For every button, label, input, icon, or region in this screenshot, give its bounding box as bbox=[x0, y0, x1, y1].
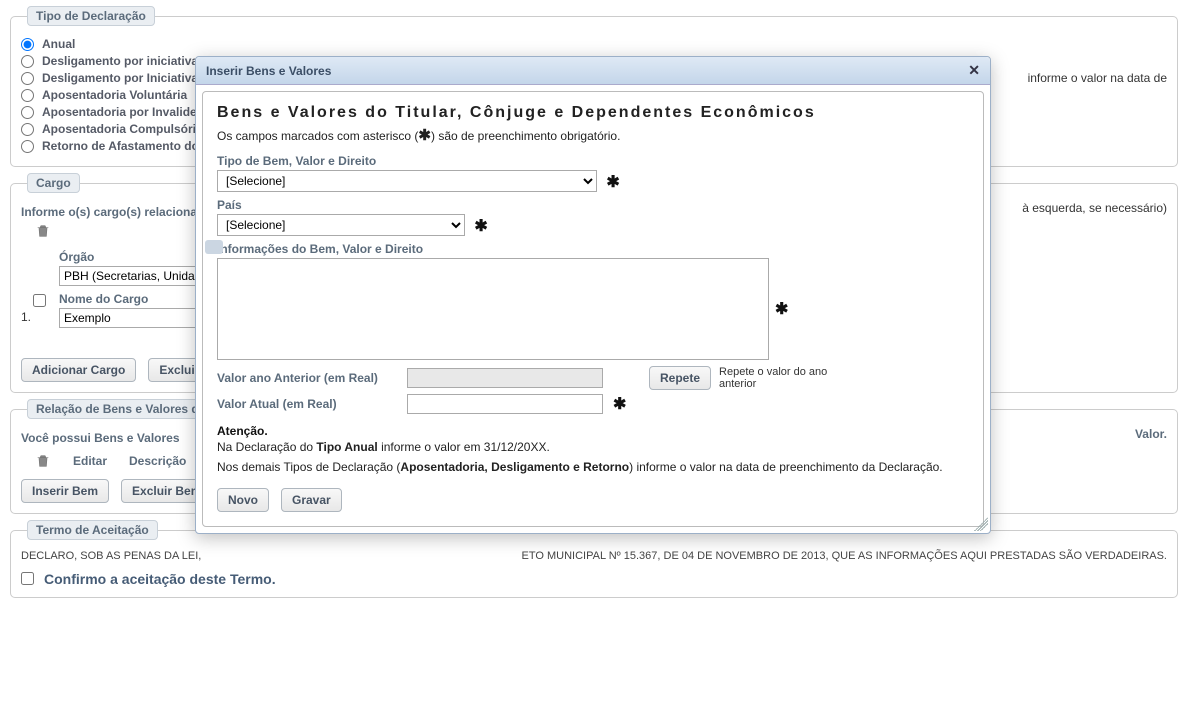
trash-icon[interactable] bbox=[35, 453, 51, 469]
orgao-label: Órgão bbox=[59, 250, 209, 264]
valor-atual-input[interactable] bbox=[407, 394, 603, 414]
cargo-helper: Informe o(s) cargo(s) relacionados bbox=[21, 205, 218, 219]
asterisk-icon: ✱ bbox=[613, 394, 626, 414]
radio-retorno[interactable] bbox=[21, 140, 34, 153]
asterisk-icon: ✱ bbox=[474, 218, 487, 235]
tipo-bem-select[interactable]: [Selecione] bbox=[217, 170, 597, 192]
radio-deslig-adm[interactable] bbox=[21, 72, 34, 85]
repete-hint: Repete o valor do ano anterior bbox=[719, 366, 829, 390]
nome-cargo-label: Nome do Cargo bbox=[59, 292, 209, 306]
modal-title: Inserir Bens e Valores bbox=[206, 64, 331, 78]
trash-icon[interactable] bbox=[35, 223, 51, 239]
gravar-button[interactable]: Gravar bbox=[281, 488, 342, 512]
adicionar-cargo-button[interactable]: Adicionar Cargo bbox=[21, 358, 136, 382]
termo-confirm-checkbox[interactable] bbox=[21, 572, 34, 585]
valor-atual-label: Valor Atual (em Real) bbox=[217, 397, 399, 411]
radio-apos-comp-label: Aposentadoria Compulsória bbox=[42, 122, 203, 136]
valor-anterior-input[interactable] bbox=[407, 368, 603, 388]
radio-apos-comp[interactable] bbox=[21, 123, 34, 136]
radio-apos-vol-label: Aposentadoria Voluntária bbox=[42, 88, 187, 102]
modal-subheading: Os campos marcados com asterisco (✱) são… bbox=[217, 126, 969, 144]
termo-text: DECLARO, SOB AS PENAS DA LEI, ETO MUNICI… bbox=[21, 548, 1167, 565]
bens-question: Você possui Bens e Valores bbox=[21, 431, 180, 445]
row-index: 1. bbox=[21, 310, 39, 324]
inserir-bens-modal: Inserir Bens e Valores ✕ Bens e Valores … bbox=[195, 56, 991, 534]
atencao-line2: Nos demais Tipos de Declaração (Aposenta… bbox=[217, 460, 969, 474]
col-descricao: Descrição bbox=[129, 454, 186, 468]
hint-right: informe o valor na data de bbox=[1028, 71, 1167, 85]
radio-deslig-propria[interactable] bbox=[21, 55, 34, 68]
inserir-bem-button[interactable]: Inserir Bem bbox=[21, 479, 109, 503]
nome-cargo-input[interactable] bbox=[59, 308, 209, 328]
radio-apos-vol[interactable] bbox=[21, 89, 34, 102]
termo-legend: Termo de Aceitação bbox=[27, 520, 158, 540]
info-label: Informações do Bem, Valor e Direito bbox=[217, 242, 969, 256]
modal-heading: Bens e Valores do Titular, Cônjuge e Dep… bbox=[217, 104, 969, 122]
radio-anual[interactable] bbox=[21, 38, 34, 51]
resize-handle[interactable] bbox=[974, 517, 988, 531]
novo-button[interactable]: Novo bbox=[217, 488, 269, 512]
cargo-row-checkbox[interactable] bbox=[33, 294, 46, 307]
valor-anterior-label: Valor ano Anterior (em Real) bbox=[217, 371, 399, 385]
orgao-input[interactable] bbox=[59, 266, 209, 286]
repete-button[interactable]: Repete bbox=[649, 366, 711, 390]
asterisk-icon: ✱ bbox=[775, 299, 788, 319]
modal-titlebar[interactable]: Inserir Bens e Valores ✕ bbox=[196, 57, 990, 85]
tipo-bem-label: Tipo de Bem, Valor e Direito bbox=[217, 154, 969, 168]
atencao-heading: Atenção. bbox=[217, 424, 969, 438]
bens-valor-label: Valor. bbox=[1135, 427, 1167, 447]
tipo-declaracao-legend: Tipo de Declaração bbox=[27, 6, 155, 26]
col-editar: Editar bbox=[73, 454, 107, 468]
asterisk-icon: ✱ bbox=[606, 174, 619, 191]
radio-apos-inv-label: Aposentadoria por Invalidez bbox=[42, 105, 203, 119]
pais-label: País bbox=[217, 198, 969, 212]
pais-select[interactable]: [Selecione] bbox=[217, 214, 465, 236]
radio-deslig-adm-label: Desligamento por Iniciativa da Administr… bbox=[42, 71, 202, 85]
scroll-thumb[interactable] bbox=[205, 240, 223, 254]
radio-anual-label: Anual bbox=[42, 37, 75, 51]
atencao-line1: Na Declaração do Tipo Anual informe o va… bbox=[217, 440, 969, 454]
cargo-hint-right: à esquerda, se necessário) bbox=[1022, 201, 1167, 221]
modal-body: Bens e Valores do Titular, Cônjuge e Dep… bbox=[202, 91, 984, 527]
close-icon[interactable]: ✕ bbox=[968, 62, 980, 79]
cargo-legend: Cargo bbox=[27, 173, 80, 193]
info-textarea[interactable] bbox=[217, 258, 769, 360]
termo-confirm-label: Confirmo a aceitação deste Termo. bbox=[44, 571, 276, 587]
radio-apos-inv[interactable] bbox=[21, 106, 34, 119]
